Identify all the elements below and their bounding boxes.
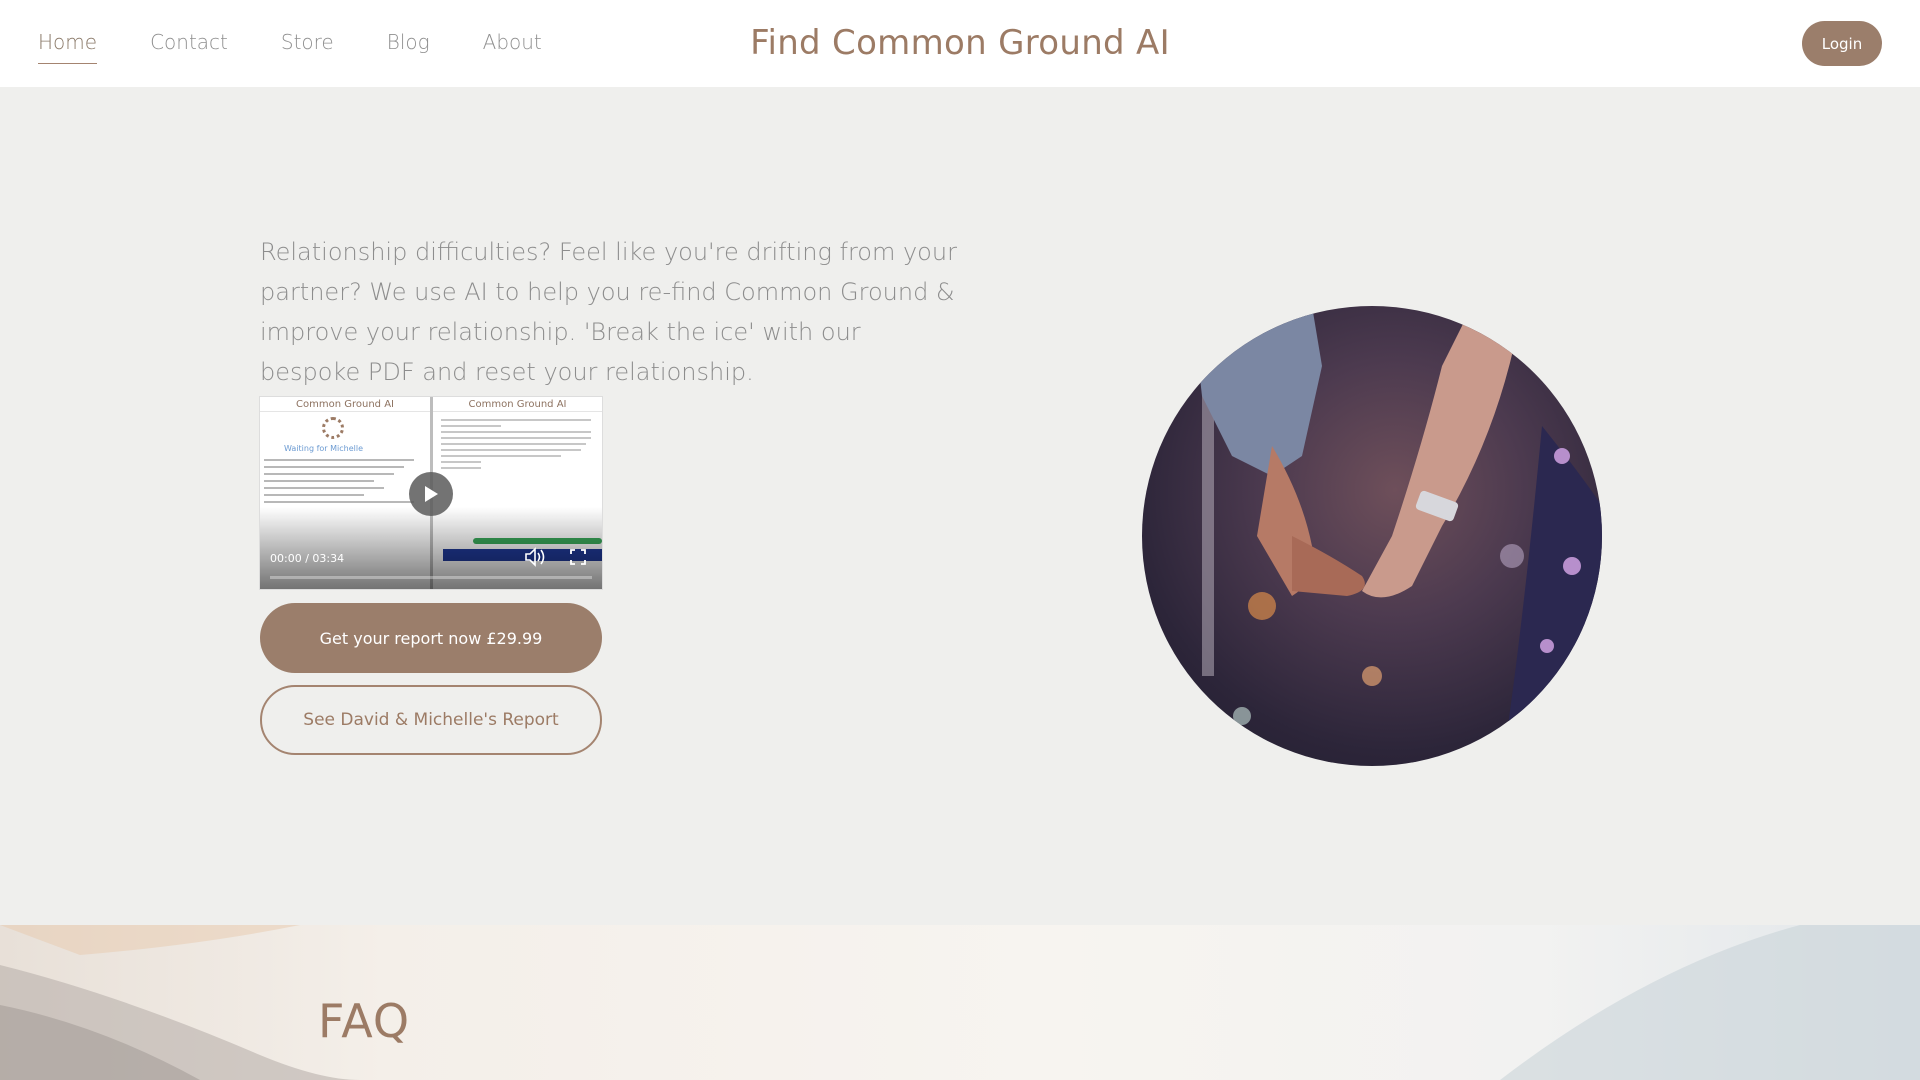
hero-description: Relationship difficulties? Feel like you… — [260, 238, 957, 386]
couple-holding-hands-icon — [1192, 306, 1602, 766]
login-button[interactable]: Login — [1802, 21, 1882, 66]
waiting-text: Waiting for Michelle — [284, 444, 363, 453]
video-duration: 03:34 — [312, 552, 345, 565]
couple-photo — [1142, 306, 1602, 766]
site-title[interactable]: Find Common Ground AI — [0, 22, 1920, 64]
video-frame-left-header: Common Ground AI — [260, 397, 430, 412]
fullscreen-icon[interactable] — [570, 549, 586, 565]
get-report-button[interactable]: Get your report now £29.99 — [260, 603, 602, 673]
see-sample-report-button[interactable]: See David & Michelle's Report — [260, 685, 602, 755]
faq-title: FAQ — [318, 994, 411, 1048]
play-icon[interactable] — [409, 472, 453, 516]
video-player[interactable]: Common Ground AI Waiting for Michelle Co… — [260, 397, 602, 589]
text-lines — [264, 459, 419, 508]
video-progress-bar[interactable] — [270, 576, 592, 579]
volume-icon[interactable] — [524, 547, 546, 567]
loading-spinner-icon — [322, 417, 344, 439]
site-header: Home Contact Store Blog About Find Commo… — [0, 0, 1920, 87]
faq-section: FAQ — [0, 925, 1920, 1080]
faq-background-sand-dunes — [0, 925, 1920, 1080]
video-frame-right-header: Common Ground AI — [433, 397, 602, 412]
video-time: 00:00 / 03:34 — [270, 552, 344, 565]
video-current-time: 00:00 — [270, 552, 302, 565]
text-lines — [441, 419, 596, 473]
